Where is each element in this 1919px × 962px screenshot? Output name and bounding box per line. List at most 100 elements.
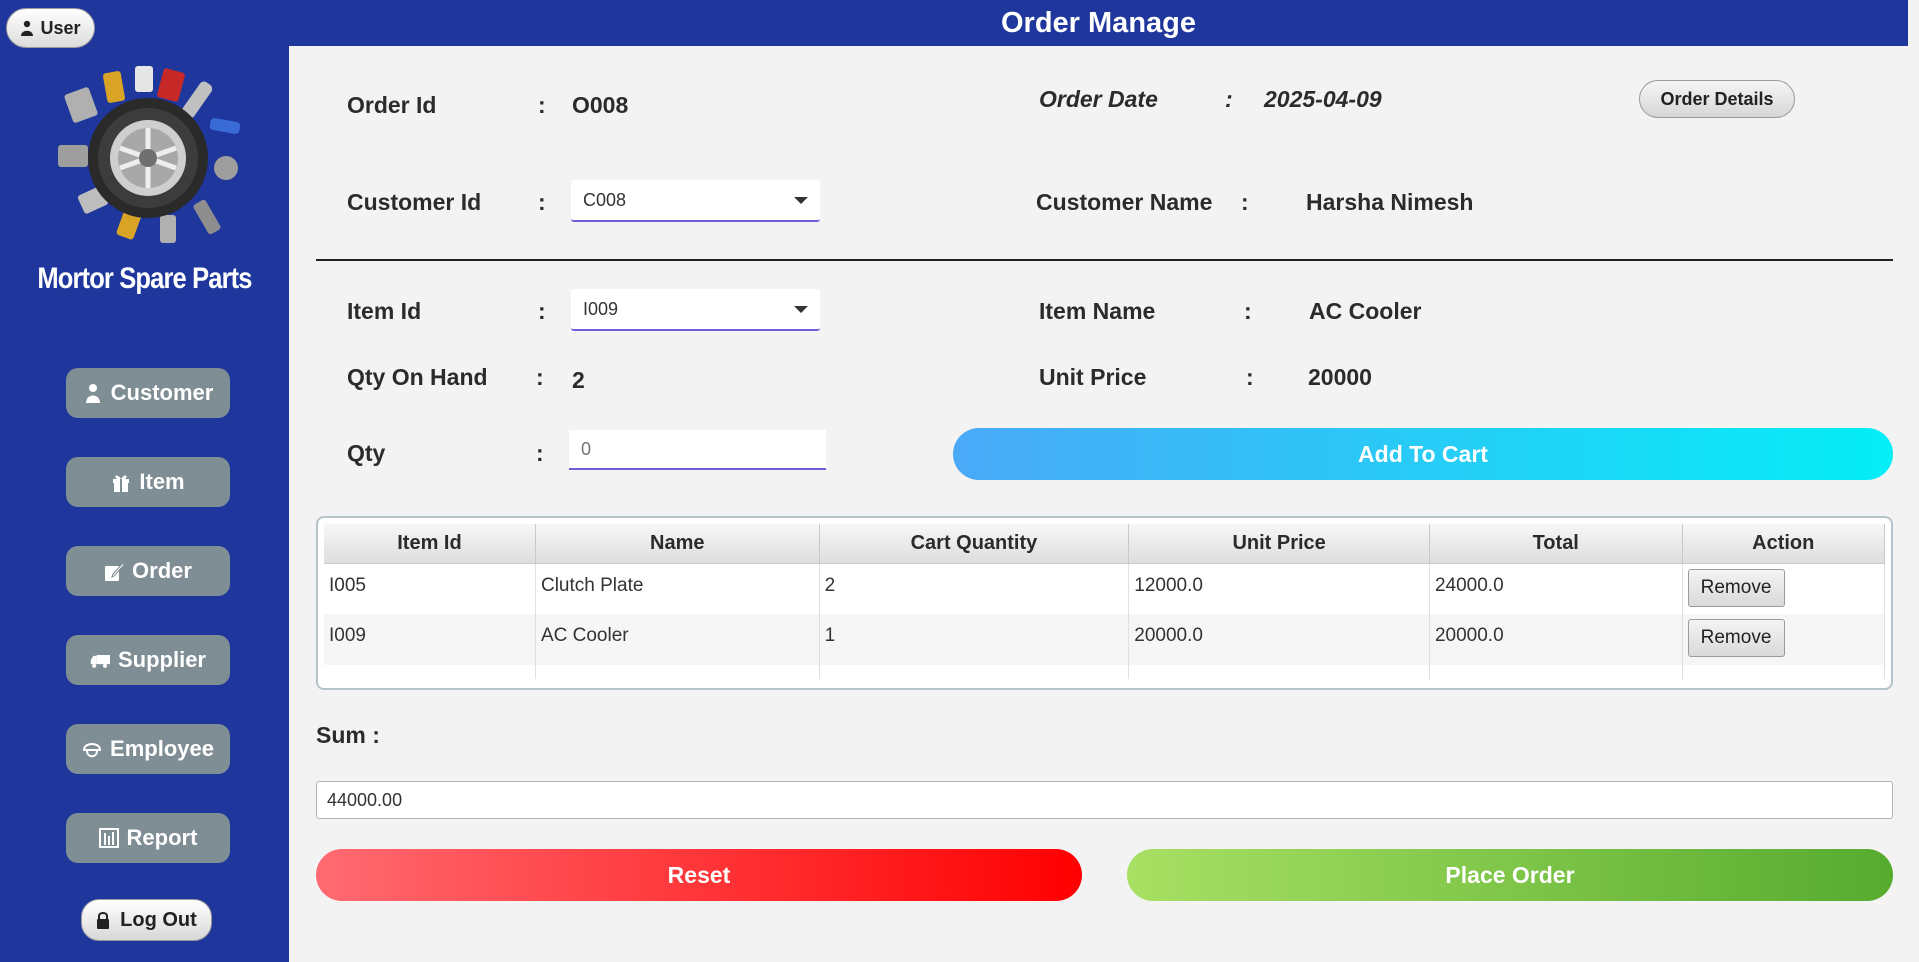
- nav-supplier-label: Supplier: [117, 647, 206, 672]
- table-row[interactable]: I009 AC Cooler 1 20000.0 20000.0 Remove: [324, 614, 1886, 665]
- customer-id-colon: :: [538, 189, 546, 215]
- customer-id-selected: C008: [583, 190, 627, 210]
- cell-action: Remove: [1682, 563, 1886, 614]
- column-header[interactable]: Unit Price: [1128, 524, 1430, 564]
- nav-employee-label: Employee: [110, 736, 214, 761]
- gift-icon: [113, 475, 130, 492]
- order-id-label: Order Id: [347, 92, 437, 118]
- table-row[interactable]: I005 Clutch Plate 2 12000.0 24000.0 Remo…: [324, 563, 1886, 614]
- app-window: User Mortor Spare Parts Customer Item Or…: [0, 0, 1919, 962]
- item-name-value: AC Cooler: [1309, 298, 1422, 324]
- empty-cell: [1429, 665, 1683, 679]
- remove-button[interactable]: Remove: [1687, 568, 1785, 607]
- qty-colon: :: [536, 440, 544, 466]
- sum-label: Sum :: [316, 722, 380, 748]
- unit-price-label: Unit Price: [1039, 364, 1147, 390]
- user-button[interactable]: User: [6, 8, 95, 48]
- column-header[interactable]: Action: [1682, 524, 1886, 564]
- column-header[interactable]: Cart Quantity: [819, 524, 1130, 564]
- empty-cell: [1682, 665, 1886, 679]
- cell-qty: 1: [819, 614, 1130, 665]
- nav-customer-button[interactable]: Customer: [66, 368, 230, 418]
- item-name-colon: :: [1244, 298, 1252, 324]
- qty-input[interactable]: [569, 430, 826, 470]
- sum-field[interactable]: 44000.00: [316, 781, 1893, 819]
- spare-parts-logo: [58, 66, 241, 243]
- customer-name-label: Customer Name: [1036, 189, 1213, 215]
- cell-action: Remove: [1682, 614, 1886, 665]
- empty-cell: [535, 665, 820, 679]
- user-label: User: [40, 17, 81, 38]
- order-id-colon: :: [538, 92, 546, 118]
- cell-name: AC Cooler: [535, 614, 820, 665]
- nav-order-button[interactable]: Order: [66, 546, 230, 596]
- place-order-button[interactable]: Place Order: [1127, 849, 1893, 901]
- item-id-selected: I009: [583, 299, 619, 319]
- nav-supplier-button[interactable]: Supplier: [66, 635, 230, 685]
- unit-price-colon: :: [1246, 364, 1254, 390]
- section-divider: [316, 259, 1893, 261]
- customer-id-label: Customer Id: [347, 189, 482, 215]
- nav-report-label: Report: [126, 825, 198, 850]
- cell-total: 20000.0: [1429, 614, 1683, 665]
- nav-report-button[interactable]: Report: [66, 813, 230, 863]
- person-icon: [85, 384, 100, 403]
- order-date-value: 2025-04-09: [1264, 86, 1382, 112]
- sidebar: User Mortor Spare Parts Customer Item Or…: [0, 0, 289, 962]
- nav-employee-button[interactable]: Employee: [66, 724, 230, 774]
- chevron-down-icon: [794, 197, 808, 204]
- empty-cell: [819, 665, 1130, 679]
- column-header[interactable]: Total: [1429, 524, 1683, 564]
- reset-button[interactable]: Reset: [316, 849, 1082, 901]
- logout-button[interactable]: Log Out: [81, 899, 212, 941]
- report-icon: [98, 828, 119, 848]
- table-header-row: Item Id Name Cart Quantity Unit Price To…: [324, 524, 1886, 564]
- nav-customer-label: Customer: [110, 380, 214, 405]
- logout-label: Log Out: [120, 908, 197, 931]
- qty-on-hand-colon: :: [536, 364, 544, 390]
- qty-label: Qty: [347, 440, 386, 466]
- customer-name-value: Harsha Nimesh: [1306, 189, 1474, 215]
- cell-total: 24000.0: [1429, 563, 1683, 614]
- order-icon: [105, 562, 125, 581]
- customer-name-colon: :: [1241, 189, 1249, 215]
- column-header[interactable]: Item Id: [324, 524, 536, 564]
- column-header[interactable]: Name: [535, 524, 820, 564]
- helmet-icon: [83, 743, 102, 758]
- cart-table-container: Item Id Name Cart Quantity Unit Price To…: [316, 516, 1893, 690]
- cell-qty: 2: [819, 563, 1130, 614]
- add-to-cart-button[interactable]: Add To Cart: [953, 428, 1893, 480]
- qty-on-hand-label: Qty On Hand: [347, 364, 488, 390]
- qty-on-hand-value: 2: [572, 367, 585, 393]
- order-id-value: O008: [572, 92, 629, 118]
- empty-cell: [1128, 665, 1430, 679]
- nav-order-label: Order: [132, 558, 192, 583]
- chevron-down-icon: [794, 306, 808, 313]
- empty-row: [324, 665, 1886, 679]
- cell-name: Clutch Plate: [535, 563, 820, 614]
- item-name-label: Item Name: [1039, 298, 1156, 324]
- cell-unit-price: 12000.0: [1128, 563, 1430, 614]
- order-date-label: Order Date: [1039, 86, 1158, 112]
- order-details-button[interactable]: Order Details: [1639, 80, 1795, 118]
- item-id-label: Item Id: [347, 298, 422, 324]
- cart-table: Item Id Name Cart Quantity Unit Price To…: [324, 524, 1886, 679]
- truck-icon: [90, 655, 110, 668]
- remove-button[interactable]: Remove: [1687, 619, 1785, 657]
- unit-price-value: 20000: [1308, 364, 1372, 390]
- main-panel: Order Manage Order Id : O008 Order Date …: [289, 0, 1919, 962]
- nav-item-button[interactable]: Item: [66, 457, 230, 507]
- item-id-combobox[interactable]: I009: [571, 289, 820, 331]
- nav-item-label: Item: [139, 469, 185, 494]
- brand-name: Mortor Spare Parts: [37, 262, 252, 295]
- empty-cell: [324, 665, 536, 679]
- page-title: Order Manage: [289, 0, 1908, 46]
- order-date-colon: :: [1225, 86, 1233, 112]
- customer-id-combobox[interactable]: C008: [571, 180, 820, 222]
- cell-unit-price: 20000.0: [1128, 614, 1430, 665]
- cell-item-id: I009: [324, 614, 536, 665]
- person-icon: [21, 20, 34, 36]
- item-id-colon: :: [538, 298, 546, 324]
- cell-item-id: I005: [324, 563, 536, 614]
- lock-icon: [97, 912, 110, 929]
